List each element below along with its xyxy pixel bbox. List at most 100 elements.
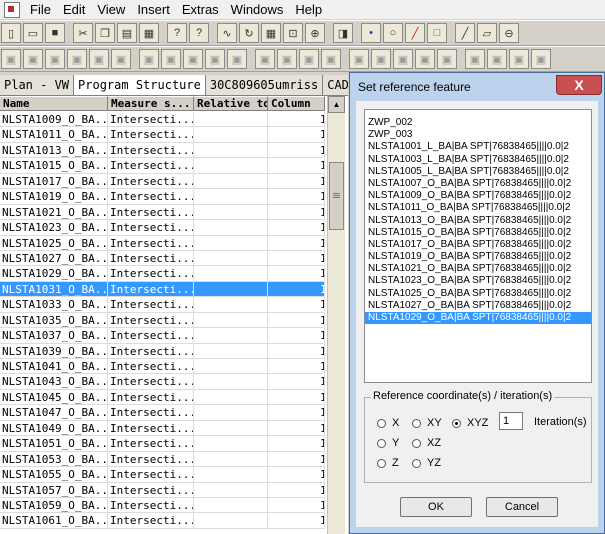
list-item[interactable]: NLSTA1027_O_BA|BA SPT|76838465||||0.0|2 [365,300,591,312]
ok-button[interactable]: OK [400,497,472,517]
radio-z[interactable]: Z [377,457,399,469]
table-row[interactable]: NLSTA1045_O_BA...Intersecti... 1 [0,389,325,406]
list-item[interactable]: NLSTA1003_L_BA|BA SPT|76838465||||0.0|2 [365,154,591,166]
table-row[interactable]: NLSTA1029_O_BA...Intersecti... 1 [0,266,325,282]
table-row[interactable]: NLSTA1041_O_BA...Intersecti... 1 [0,359,325,375]
table-row[interactable]: NLSTA1031_O_BA...Intersecti... 1 [0,281,325,298]
zoom-icon[interactable]: ⊕ [305,23,325,43]
feature-1-icon[interactable]: ▣ [1,49,21,69]
radio-y-dot[interactable] [377,438,386,448]
table-row[interactable]: NLSTA1017_O_BA...Intersecti... 1 [0,173,325,190]
list-item[interactable]: NLSTA1023_O_BA|BA SPT|76838465||||0.0|2 [365,275,591,287]
feature-9-icon[interactable]: ▣ [183,49,203,69]
straight-line-icon[interactable]: ╱ [455,23,475,43]
iteration-input[interactable]: 1 [499,412,523,430]
column-header-relative[interactable]: Relative to [194,96,268,111]
list-item[interactable]: NLSTA1009_O_BA|BA SPT|76838465||||0.0|2 [365,190,591,202]
fit-icon[interactable]: ⊡ [283,23,303,43]
feature-20-icon[interactable]: ▣ [437,49,457,69]
plane-icon[interactable]: ▱ [477,23,497,43]
list-item[interactable]: NLSTA1005_L_BA|BA SPT|76838465||||0.0|2 [365,166,591,178]
reference-feature-list[interactable]: ZWP_002 ZWP_003 NLSTA1001_L_BA|BA SPT|7683… [364,109,592,383]
radio-xy-dot[interactable] [412,418,421,428]
feature-8-icon[interactable]: ▣ [161,49,181,69]
list-item[interactable]: NLSTA1021_O_BA|BA SPT|76838465||||0.0|2 [365,263,591,275]
table-row[interactable]: NLSTA1027_O_BA...Intersecti... 1 [0,250,325,267]
table-row[interactable]: NLSTA1053_O_BA...Intersecti... 1 [0,451,325,468]
feature-11-icon[interactable]: ▣ [227,49,247,69]
list-item[interactable]: NLSTA1015_O_BA|BA SPT|76838465||||0.0|2 [365,227,591,239]
table-row[interactable]: NLSTA1049_O_BA...Intersecti... 1 [0,420,325,437]
scroll-thumb[interactable] [329,162,344,230]
cut-icon[interactable]: ✂ [73,23,93,43]
radio-yz-dot[interactable] [412,458,421,468]
feature-5-icon[interactable]: ▣ [89,49,109,69]
table-row[interactable]: NLSTA1013_O_BA...Intersecti... 1 [0,142,325,159]
feature-6-icon[interactable]: ▣ [111,49,131,69]
radio-xz-dot[interactable] [412,438,421,448]
column-header-name[interactable]: Name [0,96,108,111]
table-row[interactable]: NLSTA1025_O_BA...Intersecti... 1 [0,235,325,251]
feature-17-icon[interactable]: ▣ [371,49,391,69]
tab-part[interactable]: 30C809605umriss [205,75,324,95]
menu-windows[interactable]: Windows [225,2,290,17]
point-icon[interactable]: • [361,23,381,43]
copy-icon[interactable]: ❐ [95,23,115,43]
feature-13-icon[interactable]: ▣ [277,49,297,69]
radio-x[interactable]: X [377,417,399,429]
table-row[interactable]: NLSTA1061_O_BA...Intersecti... 1 [0,513,325,529]
feature-12-icon[interactable]: ▣ [255,49,275,69]
list-item[interactable]: NLSTA1029_O_BA|BA SPT|76838465||||0.0|2 [365,312,591,325]
curve-icon[interactable]: ∿ [217,23,237,43]
context-help-icon[interactable]: ? [189,23,209,43]
circle-icon[interactable]: ○ [383,23,403,43]
table-row[interactable]: NLSTA1057_O_BA...Intersecti... 1 [0,482,325,498]
feature-23-icon[interactable]: ▣ [509,49,529,69]
table-row[interactable]: NLSTA1043_O_BA...Intersecti... 1 [0,374,325,390]
close-button[interactable]: X [556,75,602,95]
radio-y[interactable]: Y [377,437,399,449]
save-icon[interactable]: ■ [45,23,65,43]
list-item[interactable]: NLSTA1025_O_BA|BA SPT|76838465||||0.0|2 [365,288,591,300]
radio-x-dot[interactable] [377,418,386,428]
radio-yz[interactable]: YZ [412,457,441,469]
table-row[interactable]: NLSTA1033_O_BA...Intersecti... 1 [0,297,325,313]
radio-z-dot[interactable] [377,458,386,468]
table-row[interactable]: NLSTA1023_O_BA...Intersecti... 1 [0,220,325,236]
table-row[interactable]: NLSTA1021_O_BA...Intersecti... 1 [0,204,325,221]
table-row[interactable]: NLSTA1015_O_BA...Intersecti... 1 [0,158,325,174]
feature-18-icon[interactable]: ▣ [393,49,413,69]
table-row[interactable]: NLSTA1039_O_BA...Intersecti... 1 [0,343,325,359]
feature-19-icon[interactable]: ▣ [415,49,435,69]
line-icon[interactable]: ╱ [405,23,425,43]
column-header-measure[interactable]: Measure s... [108,96,194,111]
feature-15-icon[interactable]: ▣ [321,49,341,69]
tab-cad-model[interactable]: CAD mo [323,75,348,95]
tab-plan[interactable]: Plan - VW [0,75,75,95]
menu-view[interactable]: View [91,2,131,17]
open-folder-icon[interactable]: ▭ [23,23,43,43]
scroll-up-icon[interactable]: ▲ [328,96,345,113]
feature-16-icon[interactable]: ▣ [349,49,369,69]
menu-help[interactable]: Help [289,2,328,17]
feature-3-icon[interactable]: ▣ [45,49,65,69]
table-row[interactable]: NLSTA1037_O_BA...Intersecti... 1 [0,328,325,344]
list-item[interactable]: ZWP_002 [365,117,591,129]
list-item[interactable]: NLSTA1017_O_BA|BA SPT|76838465||||0.0|2 [365,239,591,251]
feature-21-icon[interactable]: ▣ [465,49,485,69]
radio-xz[interactable]: XZ [412,437,441,449]
list-item[interactable]: NLSTA1019_O_BA|BA SPT|76838465||||0.0|2 [365,251,591,263]
menu-insert[interactable]: Insert [131,2,176,17]
table-row[interactable]: NLSTA1059_O_BA...Intersecti... 1 [0,497,325,514]
paste-icon[interactable]: ▤ [117,23,137,43]
table-row[interactable]: NLSTA1055_O_BA...Intersecti... 1 [0,467,325,483]
feature-14-icon[interactable]: ▣ [299,49,319,69]
list-item[interactable]: NLSTA1007_O_BA|BA SPT|76838465||||0.0|2 [365,178,591,190]
new-file-icon[interactable]: ▯ [1,23,21,43]
cancel-button[interactable]: Cancel [486,497,558,517]
square-icon[interactable]: □ [427,23,447,43]
radio-xy[interactable]: XY [412,417,442,429]
list-item[interactable]: NLSTA1013_O_BA|BA SPT|76838465||||0.0|2 [365,215,591,227]
feature-2-icon[interactable]: ▣ [23,49,43,69]
print-icon[interactable]: ▦ [139,23,159,43]
